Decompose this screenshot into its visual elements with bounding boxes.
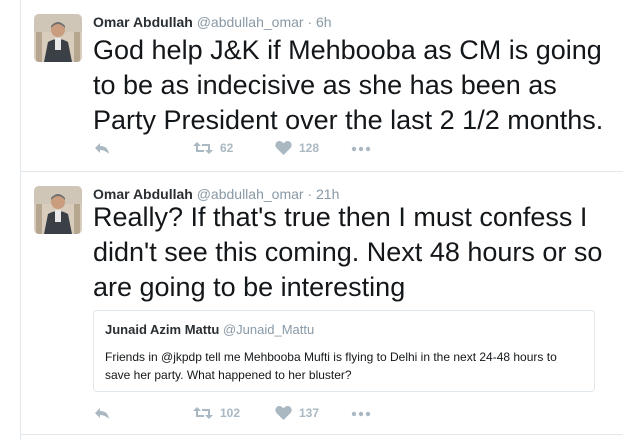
quoted-tweet-text: Friends in @jkpdp tell me Mehbooba Mufti…	[105, 350, 557, 382]
avatar[interactable]	[34, 14, 82, 62]
more-button[interactable]	[351, 141, 371, 157]
reply-icon	[93, 140, 111, 156]
more-button[interactable]	[351, 406, 371, 422]
avatar[interactable]	[34, 186, 82, 234]
like-icon	[275, 140, 292, 156]
timeline: Omar Abdullah @abdullah_omar · 6h God he…	[20, 0, 623, 440]
retweet-button[interactable]: 62	[193, 140, 233, 156]
more-icon	[351, 406, 371, 422]
like-button[interactable]: 137	[275, 405, 319, 421]
like-count: 128	[299, 141, 320, 155]
like-button[interactable]: 128	[275, 140, 319, 156]
author-name[interactable]: Omar Abdullah	[93, 14, 193, 30]
retweet-icon	[193, 405, 213, 421]
like-icon	[275, 405, 292, 421]
retweet-icon	[193, 140, 213, 156]
tweet-text: Really? If that's true then I must confe…	[93, 202, 603, 302]
quoted-tweet[interactable]: Junaid Azim Mattu @Junaid_Mattu Friends …	[93, 310, 595, 392]
tweet-text: God help J&K if Mehbooba as CM is going …	[93, 35, 604, 135]
timestamp[interactable]: 6h	[316, 14, 332, 30]
retweet-count: 102	[220, 406, 241, 420]
retweet-count: 62	[220, 141, 234, 155]
reply-button[interactable]	[93, 405, 111, 421]
tweet: Omar Abdullah @abdullah_omar · 6h God he…	[21, 0, 623, 172]
separator: ·	[307, 14, 313, 30]
quoted-tweet-header: Junaid Azim Mattu @Junaid_Mattu	[105, 322, 314, 337]
like-count: 137	[299, 406, 320, 420]
reply-button[interactable]	[93, 140, 111, 156]
more-icon	[351, 141, 371, 157]
quoted-author-name: Junaid Azim Mattu	[105, 322, 220, 337]
tweet: Omar Abdullah @abdullah_omar · 21h Reall…	[21, 172, 623, 435]
quoted-author-handle: @Junaid_Mattu	[222, 322, 315, 337]
author-handle[interactable]: @abdullah_omar	[197, 14, 304, 30]
tweet-header: Omar Abdullah @abdullah_omar · 6h	[93, 13, 332, 31]
retweet-button[interactable]: 102	[193, 405, 240, 421]
reply-icon	[93, 405, 111, 421]
